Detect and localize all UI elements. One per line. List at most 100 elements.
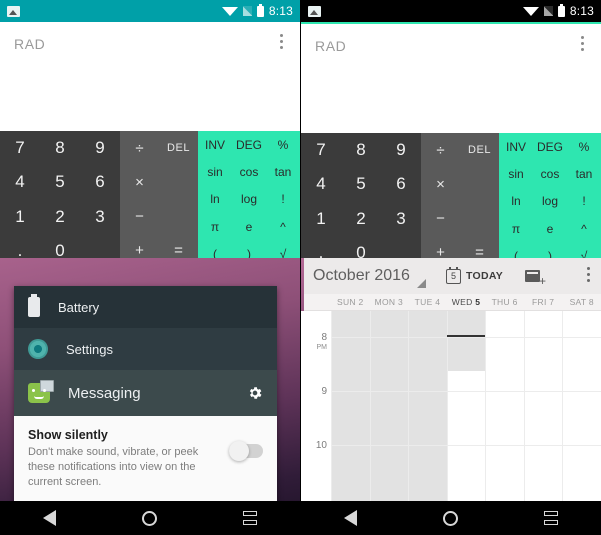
notif-label-settings: Settings (66, 341, 113, 357)
key-6[interactable]: 6 (381, 167, 421, 201)
key-5[interactable]: 5 (341, 167, 381, 201)
key-delete[interactable]: DEL (159, 131, 198, 165)
key-3[interactable]: 3 (381, 202, 421, 236)
key-factorial[interactable]: ! (567, 188, 601, 215)
key-1[interactable]: 1 (0, 200, 40, 234)
key-sin[interactable]: sin (499, 160, 533, 187)
home-icon[interactable] (443, 510, 458, 526)
notif-row-settings[interactable]: Settings (14, 328, 277, 370)
key-sqrt[interactable]: √ (567, 243, 601, 258)
key-decimal[interactable]: . (0, 234, 40, 258)
key-divide[interactable]: ÷ (120, 131, 159, 165)
key-8[interactable]: 8 (341, 133, 381, 167)
status-bar-left (7, 5, 20, 17)
key-2[interactable]: 2 (341, 202, 381, 236)
recent-apps-icon[interactable] (544, 511, 558, 525)
hour-label-9: 9 (321, 386, 327, 397)
key-6[interactable]: 6 (80, 165, 120, 199)
key-inv[interactable]: INV (499, 133, 533, 160)
key-0[interactable]: 0 (40, 234, 80, 258)
calendar-month-label[interactable]: October 2016 (313, 267, 410, 285)
calculator-display-area: RAD (0, 22, 300, 131)
show-silently-title: Show silently (28, 428, 108, 442)
key-power[interactable]: ^ (567, 215, 601, 242)
show-silently-toggle[interactable] (229, 441, 263, 461)
key-multiply[interactable]: × (120, 165, 159, 199)
notif-row-battery[interactable]: Battery (14, 286, 277, 328)
key-tan[interactable]: tan (567, 160, 601, 187)
key-deg[interactable]: DEG (232, 131, 266, 158)
day-header-mon[interactable]: MON 3 (370, 294, 409, 310)
key-sqrt[interactable]: √ (266, 241, 300, 258)
key-7[interactable]: 7 (0, 131, 40, 165)
key-paren-close[interactable]: ) (533, 243, 567, 258)
notif-row-messaging[interactable]: Messaging (14, 370, 277, 416)
key-pi[interactable]: π (499, 215, 533, 242)
key-3[interactable]: 3 (80, 200, 120, 234)
key-1[interactable]: 1 (301, 202, 341, 236)
key-tan[interactable]: tan (266, 158, 300, 185)
key-percent[interactable]: % (567, 133, 601, 160)
key-paren-close[interactable]: ) (232, 241, 266, 258)
day-header-sat[interactable]: SAT 8 (562, 294, 601, 310)
calculator-keypad-2: 7 8 9 4 5 6 1 2 3 . 0 ÷ DEL × − + = INV … (301, 133, 601, 258)
key-7[interactable]: 7 (301, 133, 341, 167)
key-ln[interactable]: ln (499, 188, 533, 215)
key-delete[interactable]: DEL (460, 133, 499, 167)
key-pi[interactable]: π (198, 213, 232, 240)
key-log[interactable]: log (533, 188, 567, 215)
key-multiply[interactable]: × (421, 167, 460, 201)
gridline-8pm (331, 337, 601, 338)
day-header-fri[interactable]: FRI 7 (524, 294, 563, 310)
notification-card: Battery Settings Messaging Show silently… (14, 286, 277, 504)
key-deg[interactable]: DEG (533, 133, 567, 160)
overflow-menu-icon[interactable] (587, 267, 591, 285)
key-sin[interactable]: sin (198, 158, 232, 185)
key-9[interactable]: 9 (381, 133, 421, 167)
settings-gear-icon[interactable] (247, 385, 263, 401)
back-icon[interactable] (344, 510, 357, 526)
overflow-menu-icon[interactable] (581, 36, 585, 54)
key-2[interactable]: 2 (40, 200, 80, 234)
key-equals[interactable]: = (159, 234, 198, 258)
key-minus[interactable]: − (421, 202, 460, 236)
recent-apps-icon[interactable] (243, 511, 257, 525)
key-cos[interactable]: cos (232, 158, 266, 185)
home-icon[interactable] (142, 510, 157, 526)
key-5[interactable]: 5 (40, 165, 80, 199)
key-minus[interactable]: − (120, 200, 159, 234)
key-factorial[interactable]: ! (266, 186, 300, 213)
key-decimal[interactable]: . (301, 236, 341, 258)
key-plus[interactable]: + (120, 234, 159, 258)
key-e[interactable]: e (232, 213, 266, 240)
key-e[interactable]: e (533, 215, 567, 242)
key-paren-open[interactable]: ( (198, 241, 232, 258)
key-inv[interactable]: INV (198, 131, 232, 158)
key-paren-open[interactable]: ( (499, 243, 533, 258)
key-equals[interactable]: = (460, 236, 499, 258)
chevron-down-icon[interactable] (416, 270, 426, 288)
key-cos[interactable]: cos (533, 160, 567, 187)
calculator-display-area-2: RAD (301, 24, 601, 133)
overflow-menu-icon[interactable] (280, 34, 284, 52)
key-divide[interactable]: ÷ (421, 133, 460, 167)
add-event-icon[interactable]: + (525, 269, 546, 287)
key-9[interactable]: 9 (80, 131, 120, 165)
key-4[interactable]: 4 (0, 165, 40, 199)
key-log[interactable]: log (232, 186, 266, 213)
day-header-sun[interactable]: SUN 2 (331, 294, 370, 310)
key-power[interactable]: ^ (266, 213, 300, 240)
day-header-tue[interactable]: TUE 4 (408, 294, 447, 310)
day-header-wed[interactable]: WED 5 (447, 294, 486, 310)
status-bar-right: 8:13 (221, 3, 293, 18)
day-header-thu[interactable]: THU 6 (485, 294, 524, 310)
key-4[interactable]: 4 (301, 167, 341, 201)
key-ln[interactable]: ln (198, 186, 232, 213)
key-plus[interactable]: + (421, 236, 460, 258)
key-percent[interactable]: % (266, 131, 300, 158)
today-button[interactable]: 5 TODAY (445, 266, 503, 284)
key-8[interactable]: 8 (40, 131, 80, 165)
key-0[interactable]: 0 (341, 236, 381, 258)
back-icon[interactable] (43, 510, 56, 526)
calendar-day-header: SUN 2 MON 3 TUE 4 WED 5 THU 6 FRI 7 SAT … (301, 294, 601, 311)
